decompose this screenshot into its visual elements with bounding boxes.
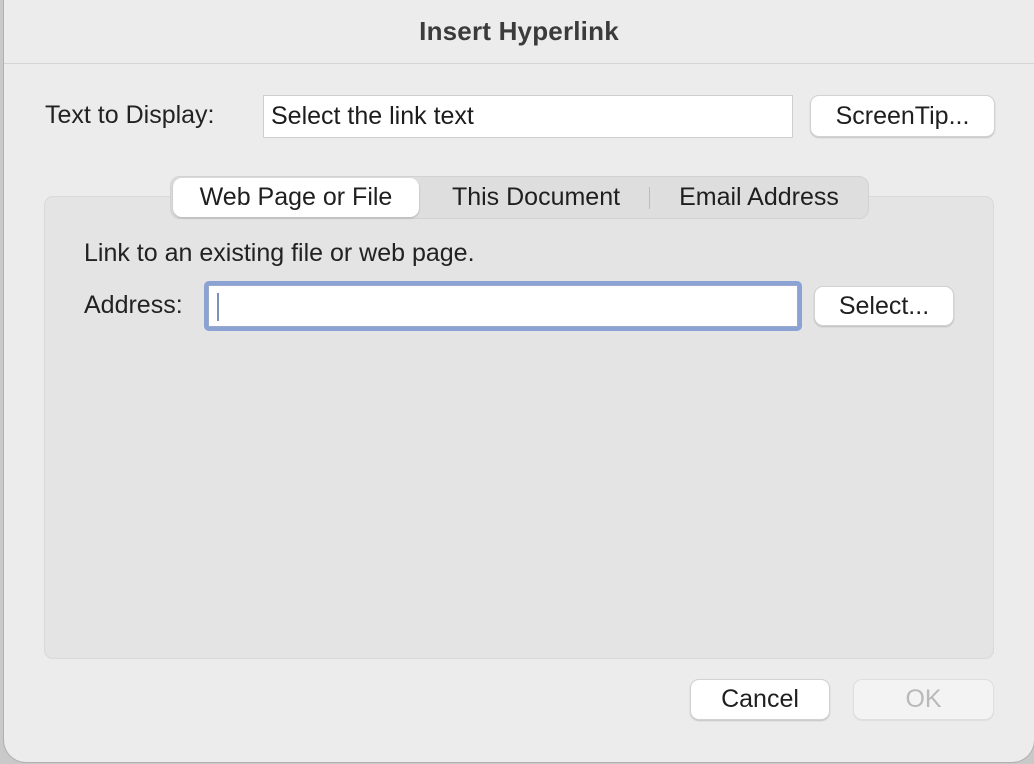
panel-description: Link to an existing file or web page. — [84, 239, 475, 267]
tab-web-page-or-file[interactable]: Web Page or File — [173, 178, 419, 217]
tab-this-document[interactable]: This Document — [427, 177, 645, 218]
address-focus-ring — [204, 281, 802, 331]
text-to-display-label: Text to Display: — [45, 101, 215, 129]
text-caret — [217, 293, 219, 321]
address-input[interactable] — [208, 285, 798, 327]
address-label: Address: — [84, 291, 183, 319]
select-button[interactable]: Select... — [814, 286, 954, 326]
title-bar: Insert Hyperlink — [4, 0, 1034, 64]
dialog-title: Insert Hyperlink — [419, 16, 619, 46]
tab-email-address[interactable]: Email Address — [653, 177, 865, 218]
link-type-tabs: Web Page or File This Document Email Add… — [170, 176, 869, 219]
insert-hyperlink-dialog: Insert Hyperlink Text to Display: Screen… — [4, 0, 1034, 762]
text-to-display-field[interactable] — [263, 95, 793, 138]
tab-divider — [649, 187, 650, 209]
cancel-button[interactable]: Cancel — [690, 679, 830, 720]
screentip-button[interactable]: ScreenTip... — [810, 95, 995, 137]
ok-button[interactable]: OK — [853, 679, 994, 720]
